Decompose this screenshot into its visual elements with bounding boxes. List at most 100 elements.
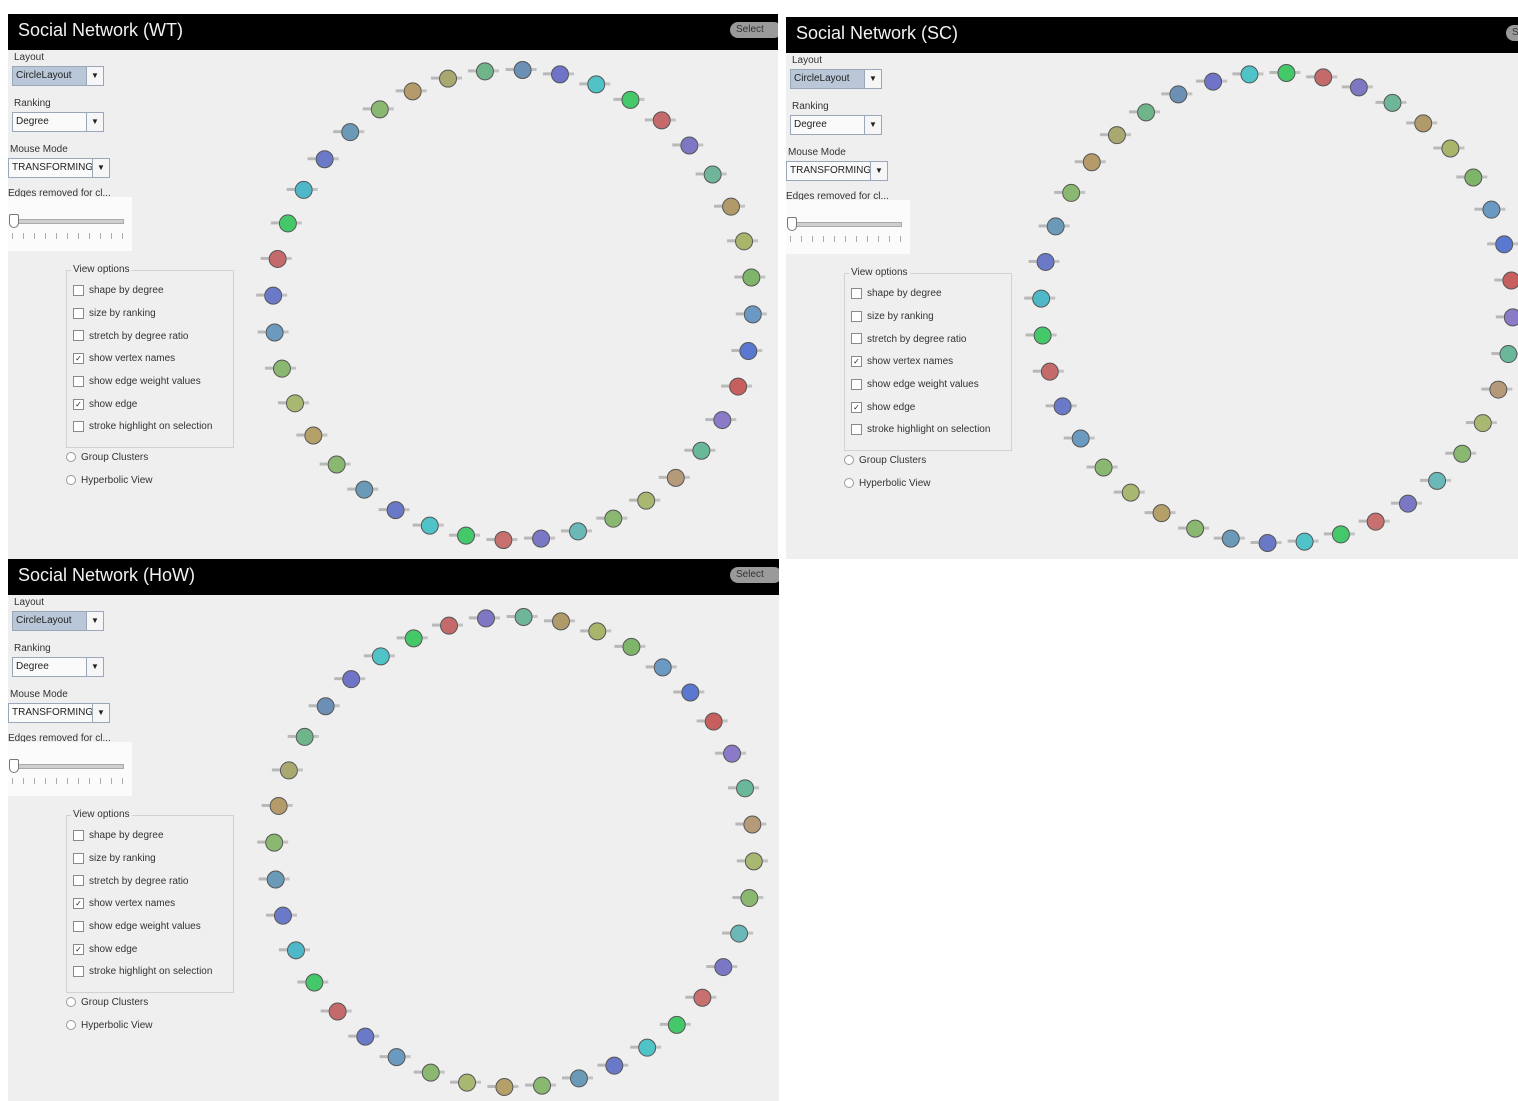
graph-node[interactable] [1465,414,1497,433]
graph-node[interactable] [1054,183,1086,202]
node-circle[interactable] [588,622,607,641]
node-circle[interactable] [736,779,755,798]
graph-node[interactable] [1028,252,1060,271]
node-circle[interactable] [1473,414,1492,433]
node-circle[interactable] [723,744,742,763]
node-circle[interactable] [328,1002,347,1021]
node-circle[interactable] [1366,512,1385,531]
graph-node[interactable] [714,197,746,216]
graph-node[interactable] [431,69,463,88]
node-circle[interactable] [740,889,759,908]
graph-node[interactable] [695,165,727,184]
graph-node[interactable] [1032,362,1064,381]
node-circle[interactable] [304,426,323,445]
node-circle[interactable] [1221,529,1240,548]
graph-node[interactable] [543,612,575,631]
node-circle[interactable] [1331,525,1350,544]
graph-node[interactable] [1406,114,1438,133]
graph-node[interactable] [1494,271,1518,290]
graph-node[interactable] [728,779,760,798]
node-circle[interactable] [743,305,762,324]
node-circle[interactable] [371,647,390,666]
graph-node[interactable] [735,305,767,324]
node-circle[interactable] [1428,471,1447,490]
node-circle[interactable] [386,501,405,520]
network-graph[interactable] [8,559,779,1101]
graph-node[interactable] [467,62,499,81]
node-circle[interactable] [1033,326,1052,345]
graph-node[interactable] [1045,397,1077,416]
node-circle[interactable] [264,286,283,305]
graph-node[interactable] [1074,153,1106,172]
node-circle[interactable] [1495,235,1514,254]
graph-node[interactable] [524,529,556,548]
graph-node[interactable] [362,100,394,119]
node-circle[interactable] [341,123,360,142]
graph-node[interactable] [1445,444,1477,463]
node-circle[interactable] [680,136,699,155]
node-circle[interactable] [1082,153,1101,172]
node-circle[interactable] [513,60,532,79]
node-circle[interactable] [278,214,297,233]
graph-node[interactable] [1099,126,1131,145]
node-circle[interactable] [605,1056,624,1075]
graph-node[interactable] [596,509,628,528]
graph-node[interactable] [614,637,646,656]
graph-node[interactable] [297,973,329,992]
node-circle[interactable] [1349,78,1368,97]
node-circle[interactable] [1489,380,1508,399]
graph-node[interactable] [505,60,537,79]
graph-node[interactable] [378,501,410,520]
node-circle[interactable] [637,491,656,510]
node-circle[interactable] [533,1076,552,1095]
graph-node[interactable] [630,1038,662,1057]
graph-node[interactable] [580,622,612,641]
node-circle[interactable] [285,394,304,413]
graph-node[interactable] [319,455,351,474]
graph-node[interactable] [1495,308,1518,327]
node-circle[interactable] [1240,65,1259,84]
graph-node[interactable] [1196,72,1228,91]
node-circle[interactable] [305,973,324,992]
node-circle[interactable] [638,1038,657,1057]
node-circle[interactable] [265,323,284,342]
node-circle[interactable] [440,616,459,635]
graph-node[interactable] [348,1027,380,1046]
graph-node[interactable] [1323,525,1355,544]
graph-node[interactable] [261,796,293,815]
graph-node[interactable] [644,111,676,130]
node-circle[interactable] [272,359,291,378]
graph-node[interactable] [256,286,288,305]
graph-node[interactable] [1390,494,1422,513]
node-circle[interactable] [568,522,587,541]
graph-node[interactable] [685,988,717,1007]
graph-node[interactable] [1375,93,1407,112]
node-circle[interactable] [1502,271,1518,290]
graph-node[interactable] [1086,458,1118,477]
node-circle[interactable] [265,833,284,852]
node-circle[interactable] [704,712,723,731]
node-circle[interactable] [514,607,533,626]
node-circle[interactable] [622,637,641,656]
graph-node[interactable] [1481,380,1513,399]
graph-node[interactable] [1433,139,1465,158]
graph-node[interactable] [705,411,737,430]
graph-node[interactable] [1491,345,1518,364]
graph-node[interactable] [735,815,767,834]
graph-node[interactable] [468,609,500,628]
graph-node[interactable] [1306,68,1338,87]
node-circle[interactable] [342,670,361,689]
graph-node[interactable] [715,744,747,763]
graph-node[interactable] [1129,103,1161,122]
node-circle[interactable] [739,342,758,361]
node-circle[interactable] [735,232,754,251]
graph-node[interactable] [684,441,716,460]
graph-node[interactable] [450,1073,482,1092]
graph-node[interactable] [379,1048,411,1067]
node-circle[interactable] [730,924,749,943]
node-circle[interactable] [1398,494,1417,513]
node-circle[interactable] [1277,63,1296,82]
graph-node[interactable] [1213,529,1245,548]
graph-node[interactable] [1063,429,1095,448]
node-circle[interactable] [294,180,313,199]
